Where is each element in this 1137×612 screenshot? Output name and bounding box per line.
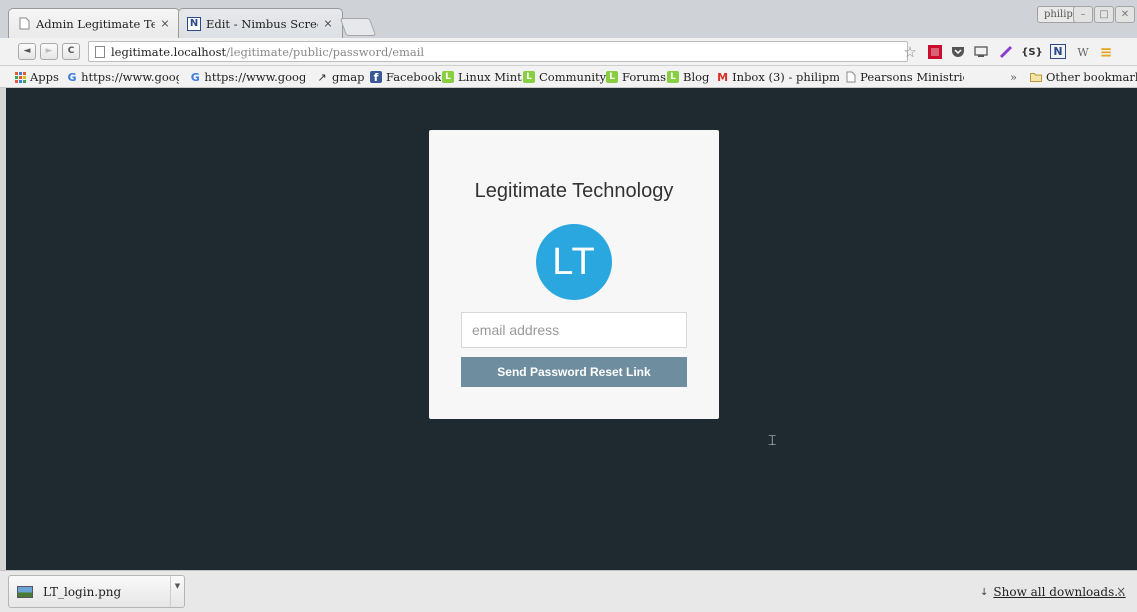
linux-mint-icon: L — [523, 71, 535, 83]
browser-toolbar: ◄ ► C legitimate.localhost/legitimate/pu… — [0, 38, 1137, 66]
bookmark-google-2[interactable]: G https://www.google. — [190, 69, 305, 85]
facebook-icon: f — [370, 71, 382, 84]
bookmark-label: Blog — [683, 70, 710, 84]
apps-grid-icon — [14, 71, 26, 83]
gmap-icon: ↗ — [317, 70, 327, 84]
bookmark-star-icon[interactable]: ☆ — [902, 42, 918, 62]
bookmark-linux-mint[interactable]: L Linux Mint — [442, 69, 522, 85]
bookmark-community[interactable]: L Community — [523, 69, 606, 85]
bookmarks-bar: Apps G https://www.google. G https://www… — [0, 66, 1137, 88]
bookmark-google-1[interactable]: G https://www.google. — [67, 69, 179, 85]
extensions-area: ☆ {S} N W ≡ — [900, 42, 1137, 62]
folder-icon — [1030, 71, 1042, 83]
bookmark-facebook[interactable]: f Facebook — [370, 69, 441, 85]
tab-title: Edit - Nimbus Screensh — [206, 16, 318, 31]
forward-button[interactable]: ► — [40, 43, 58, 60]
page-title: Legitimate Technology — [474, 180, 674, 202]
text-cursor-icon: ⌶ — [768, 433, 777, 449]
nimbus-icon: N — [187, 16, 201, 31]
tab-close-icon[interactable]: × — [159, 17, 171, 30]
linux-mint-icon: L — [606, 71, 618, 83]
bookmark-label: gmap — [332, 70, 365, 84]
linux-mint-icon: L — [442, 71, 454, 83]
menu-icon[interactable]: ≡ — [1098, 42, 1114, 62]
page-viewport: Legitimate Technology LT Send Password R… — [6, 88, 1137, 570]
image-file-icon — [17, 585, 33, 598]
json-extension-icon[interactable]: {S} — [1020, 42, 1044, 62]
download-arrow-icon: ↓ — [980, 586, 989, 598]
pen-icon[interactable] — [998, 42, 1014, 62]
bookmark-label: Facebook — [386, 70, 442, 84]
back-button[interactable]: ◄ — [18, 43, 36, 60]
bookmark-label: Pearsons Ministries · — [860, 70, 964, 84]
nimbus-icon[interactable]: N — [1050, 44, 1066, 59]
show-all-downloads-label: Show all downloads... — [993, 585, 1126, 599]
download-item[interactable]: LT_login.png ▼ — [8, 575, 185, 608]
bookmark-pearsons[interactable]: Pearsons Ministries · — [846, 69, 964, 85]
page-icon — [17, 17, 31, 31]
page-icon — [95, 45, 105, 58]
cast-icon[interactable] — [973, 42, 989, 62]
address-bar[interactable]: legitimate.localhost/legitimate/public/p… — [88, 41, 908, 62]
google-icon: G — [67, 70, 77, 84]
bookmark-label: https://www.google. — [204, 70, 305, 84]
url-path: /legitimate/public/password/email — [226, 44, 425, 59]
bookmark-apps[interactable]: Apps — [14, 69, 59, 85]
tab-close-icon[interactable]: × — [322, 17, 334, 30]
bookmark-label: Inbox (3) - philipmu — [732, 70, 839, 84]
bookmark-other[interactable]: Other bookmarks — [1030, 69, 1137, 85]
linux-mint-icon: L — [667, 71, 679, 83]
bookmark-blog[interactable]: L Blog — [667, 69, 709, 85]
pocket-icon[interactable] — [950, 42, 966, 62]
download-file-name: LT_login.png — [43, 584, 122, 599]
red-extension-icon[interactable] — [927, 42, 943, 62]
tab-strip: Admin Legitimate Techn × N Edit - Nimbus… — [0, 0, 1137, 38]
close-shelf-icon[interactable]: × — [1116, 584, 1126, 598]
gmail-icon: M — [717, 70, 729, 84]
bookmark-label: Community — [539, 70, 607, 84]
reset-password-card: Legitimate Technology LT Send Password R… — [429, 130, 719, 419]
google-icon: G — [190, 70, 200, 84]
bookmark-label: Linux Mint — [458, 70, 522, 84]
logo: LT — [536, 224, 612, 300]
tab-nimbus[interactable]: N Edit - Nimbus Screensh × — [178, 8, 343, 38]
bookmark-label: https://www.google. — [81, 70, 179, 84]
close-window-button[interactable]: ✕ — [1115, 6, 1135, 23]
downloads-shelf: LT_login.png ▼ ↓ Show all downloads... × — [0, 570, 1137, 612]
minimize-button[interactable]: – — [1073, 6, 1093, 23]
new-tab-button[interactable] — [339, 18, 377, 36]
bookmark-label: Forums — [622, 70, 666, 84]
maximize-button[interactable]: □ — [1094, 6, 1114, 23]
bookmark-forums[interactable]: L Forums — [606, 69, 666, 85]
bookmark-inbox[interactable]: M Inbox (3) - philipmu — [717, 69, 839, 85]
show-all-downloads-link[interactable]: ↓ Show all downloads... — [980, 585, 1126, 599]
tab-admin[interactable]: Admin Legitimate Techn × — [8, 8, 180, 38]
bookmark-gmap[interactable]: ↗ gmap — [316, 69, 364, 85]
wiki-icon[interactable]: W — [1075, 42, 1091, 62]
tab-title: Admin Legitimate Techn — [36, 16, 155, 31]
reload-button[interactable]: C — [62, 43, 80, 60]
url-host: legitimate.localhost — [111, 44, 227, 59]
send-reset-link-button[interactable]: Send Password Reset Link — [461, 357, 687, 387]
page-icon — [846, 71, 856, 83]
download-menu-chevron-icon[interactable]: ▼ — [170, 576, 184, 607]
bookmarks-overflow-button[interactable]: » — [1010, 69, 1017, 85]
email-field[interactable] — [461, 312, 687, 348]
bookmark-label: Other bookmarks — [1046, 70, 1137, 84]
bookmark-label: Apps — [30, 70, 59, 84]
